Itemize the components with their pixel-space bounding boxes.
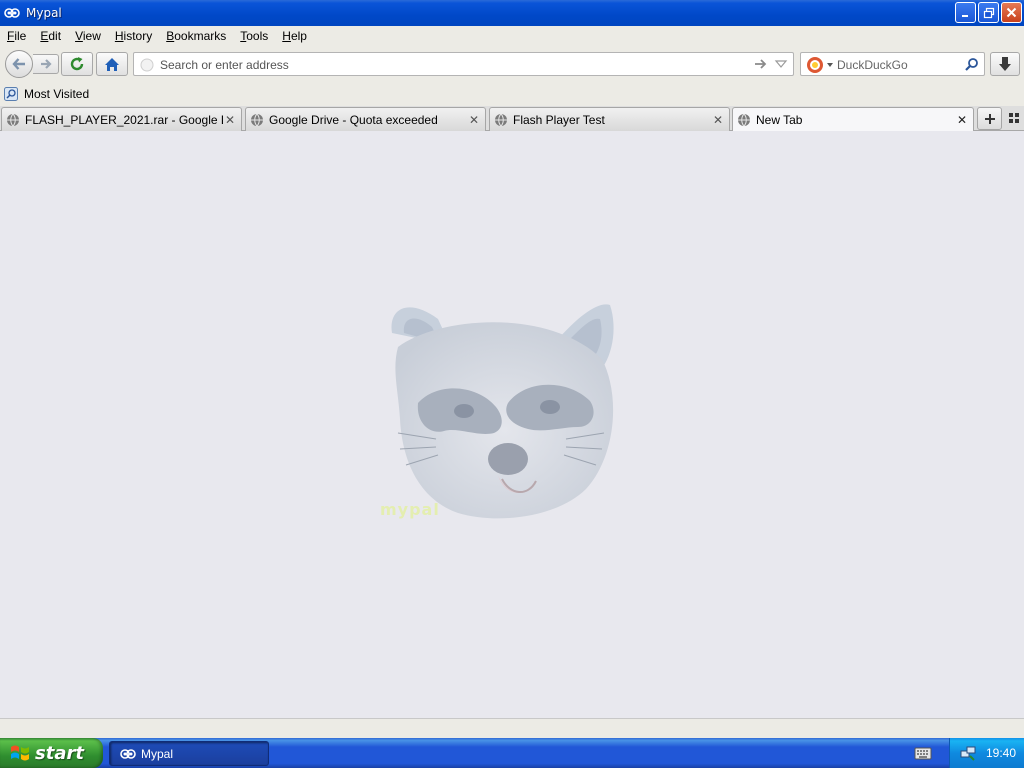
close-window-button[interactable] <box>1001 2 1022 23</box>
menu-help-label: elp <box>290 29 307 43</box>
new-tab-button[interactable] <box>977 107 1002 130</box>
network-icon[interactable] <box>960 745 976 761</box>
window-titlebar[interactable]: Mypal <box>0 0 1024 26</box>
url-history-dropdown-icon[interactable] <box>774 56 788 72</box>
taskbar-item-label: Mypal <box>141 746 174 761</box>
url-input[interactable] <box>160 56 750 73</box>
menu-history-accel: H <box>114 29 124 43</box>
tab-google-drive-quota[interactable]: Google Drive - Quota exceeded ✕ <box>245 107 486 131</box>
globe-icon <box>737 113 751 127</box>
menu-history[interactable]: History <box>108 29 159 43</box>
tab-flash-player-drive[interactable]: FLASH_PLAYER_2021.rar - Google Drive ✕ <box>1 107 242 131</box>
home-icon <box>105 57 119 71</box>
system-tray: 19:40 <box>949 738 1024 768</box>
address-bar[interactable] <box>133 52 794 76</box>
menu-bookmarks-label: ookmarks <box>174 29 227 43</box>
bookmarks-toolbar: Most Visited <box>0 82 1024 106</box>
menu-help-accel: H <box>282 29 291 43</box>
mypal-raccoon-logo: mypal <box>380 304 614 519</box>
globe-icon <box>6 113 20 127</box>
menu-view[interactable]: View <box>68 29 108 43</box>
downloads-button[interactable] <box>990 52 1020 76</box>
keyboard-language-icon[interactable] <box>914 745 932 761</box>
tab-label: New Tab <box>756 113 803 127</box>
new-tab-page: mypal <box>0 131 1024 718</box>
menu-view-accel: V <box>75 29 83 43</box>
taskbar-item-mypal[interactable]: Mypal <box>109 741 269 766</box>
menu-tools[interactable]: Tools <box>233 29 275 43</box>
forward-arrow-icon <box>40 59 52 69</box>
reload-icon <box>70 57 84 71</box>
tab-close-icon[interactable]: ✕ <box>467 113 481 127</box>
home-button[interactable] <box>96 52 128 76</box>
menu-help[interactable]: Help <box>275 29 314 43</box>
tab-close-icon[interactable]: ✕ <box>711 113 725 127</box>
search-input[interactable] <box>837 56 959 73</box>
forward-button[interactable] <box>33 54 59 74</box>
start-label: start <box>35 742 84 764</box>
menu-file[interactable]: File <box>0 29 33 43</box>
go-arrow-icon[interactable] <box>753 56 769 72</box>
menu-tools-label: ools <box>246 29 269 43</box>
mypal-app-icon <box>4 5 20 21</box>
tab-flash-player-test[interactable]: Flash Player Test ✕ <box>489 107 730 131</box>
menubar: File Edit View History Bookmarks Tools H… <box>0 26 1024 46</box>
globe-icon <box>250 113 264 127</box>
search-engine-selector[interactable] <box>806 56 834 74</box>
start-button[interactable]: start <box>0 738 103 768</box>
globe-icon <box>494 113 508 127</box>
windows-taskbar: start Mypal 19:40 <box>0 738 1024 768</box>
windows-logo-icon <box>11 745 29 761</box>
tab-label: FLASH_PLAYER_2021.rar - Google Drive <box>25 112 223 127</box>
chevron-down-icon <box>827 63 833 67</box>
menu-history-label: istory <box>123 29 153 43</box>
tab-close-icon[interactable]: ✕ <box>955 113 969 127</box>
tab-close-icon[interactable]: ✕ <box>223 113 237 127</box>
back-arrow-icon <box>12 58 25 70</box>
clock[interactable]: 19:40 <box>986 746 1016 760</box>
duckduckgo-icon <box>807 57 823 73</box>
minimize-button[interactable] <box>955 2 976 23</box>
plus-icon <box>984 113 995 124</box>
menu-bookmarks[interactable]: Bookmarks <box>159 29 233 43</box>
back-button[interactable] <box>5 50 33 78</box>
menu-file-label: ile <box>14 29 27 43</box>
svg-text:mypal: mypal <box>380 500 440 519</box>
tab-label: Google Drive - Quota exceeded <box>269 112 438 127</box>
tab-new-tab[interactable]: New Tab ✕ <box>732 107 974 132</box>
tab-label: Flash Player Test <box>513 112 605 127</box>
window-title: Mypal <box>26 6 62 20</box>
status-bar <box>0 718 1024 738</box>
reload-button[interactable] <box>61 52 93 76</box>
restore-button[interactable] <box>978 2 999 23</box>
page-identity-icon <box>140 58 154 72</box>
search-bar[interactable] <box>800 52 985 76</box>
bookmark-label: Most Visited <box>24 87 90 101</box>
menu-edit-label: dit <box>48 29 62 43</box>
download-arrow-icon <box>999 57 1011 71</box>
grid-icon <box>1009 113 1019 123</box>
bookmark-most-visited[interactable]: Most Visited <box>4 87 89 101</box>
navigation-toolbar <box>0 46 1024 82</box>
most-visited-folder-icon <box>4 87 18 101</box>
search-icon[interactable] <box>964 57 979 72</box>
mypal-app-icon <box>120 748 136 759</box>
list-all-tabs-button[interactable] <box>1005 109 1023 127</box>
menu-view-label: iew <box>82 29 101 43</box>
menu-edit[interactable]: Edit <box>33 29 68 43</box>
tab-strip: FLASH_PLAYER_2021.rar - Google Drive ✕ G… <box>0 106 1024 132</box>
